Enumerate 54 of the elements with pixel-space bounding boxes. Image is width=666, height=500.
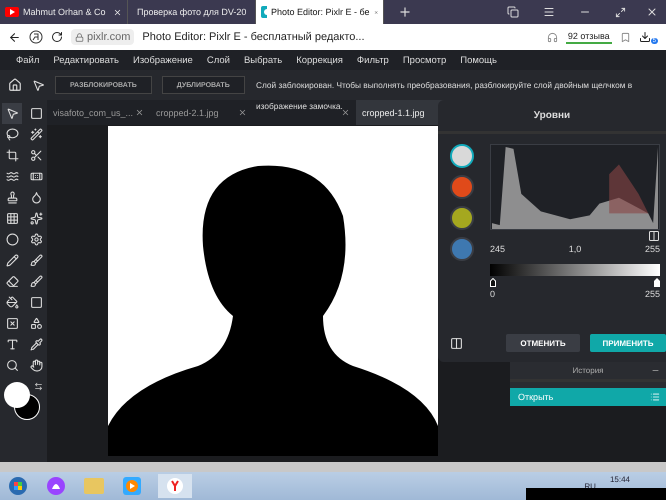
lock-icon <box>75 32 84 42</box>
menu-item[interactable]: Помощь <box>460 54 497 66</box>
dialog-title: Уровни <box>438 100 666 134</box>
menu-item[interactable]: Редактировать <box>53 54 119 66</box>
menu-item[interactable]: Просмотр <box>402 54 446 66</box>
close-icon[interactable] <box>135 108 144 117</box>
slider-handle[interactable] <box>490 278 496 287</box>
channel-swatch[interactable] <box>450 237 474 261</box>
horizontal-scrollbar[interactable] <box>0 462 666 472</box>
input-low-value: 245 <box>490 244 506 254</box>
app-icon <box>261 6 267 18</box>
assistant-icon[interactable] <box>44 474 68 498</box>
menu-item[interactable]: Файл <box>16 54 40 66</box>
menu-item[interactable]: Выбрать <box>244 54 282 66</box>
restore-icon[interactable] <box>615 7 626 18</box>
close-icon[interactable] <box>646 6 658 18</box>
pointer-icon[interactable] <box>32 78 45 92</box>
reload-icon[interactable] <box>51 31 63 43</box>
new-tab-icon[interactable] <box>398 5 412 19</box>
home-icon[interactable] <box>8 78 22 92</box>
output-high-value: 255 <box>644 289 660 299</box>
menu-icon[interactable] <box>543 6 555 18</box>
menu-item[interactable]: Слой <box>206 54 230 66</box>
cancel-button[interactable]: ОТМЕНИТЬ <box>506 334 580 352</box>
channel-swatch[interactable] <box>450 206 474 230</box>
tabs-icon[interactable] <box>507 6 519 18</box>
reviews-link[interactable]: 92 отзыва <box>566 30 612 44</box>
close-icon[interactable] <box>341 108 350 117</box>
download-icon[interactable] <box>638 31 651 43</box>
back-icon[interactable] <box>8 30 21 44</box>
panel-title: История <box>572 366 604 375</box>
media-player-icon[interactable] <box>120 474 144 498</box>
slider-handle[interactable] <box>654 278 660 287</box>
browser-logo-icon[interactable] <box>29 30 43 44</box>
clock-time[interactable]: 15:44 <box>610 475 630 484</box>
list-icon[interactable] <box>650 392 660 402</box>
video-icon <box>5 7 19 17</box>
menu-item[interactable]: Коррекция <box>296 54 343 66</box>
url-field[interactable]: pixlr.com <box>71 29 134 45</box>
browser-tab[interactable]: Photo Editor: Pixlr E - бе <box>256 0 384 24</box>
gamma-value: 1,0 <box>568 244 582 254</box>
output-low-value: 0 <box>490 289 496 299</box>
headphones-icon[interactable] <box>546 32 558 42</box>
start-icon[interactable] <box>6 474 30 498</box>
browser-icon[interactable] <box>158 474 192 498</box>
menu-item[interactable]: Изображение <box>132 54 193 66</box>
input-high-value: 255 <box>644 244 660 254</box>
page-title: Photo Editor: Pixlr E - бесплатный редакто... <box>142 31 366 43</box>
bookmark-icon[interactable] <box>620 32 631 42</box>
menu-item[interactable]: Фильтр <box>356 54 389 66</box>
close-icon[interactable] <box>238 108 247 117</box>
channel-swatch[interactable] <box>450 175 474 199</box>
pointer-icon[interactable] <box>2 103 22 124</box>
channel-swatch[interactable] <box>450 144 474 168</box>
